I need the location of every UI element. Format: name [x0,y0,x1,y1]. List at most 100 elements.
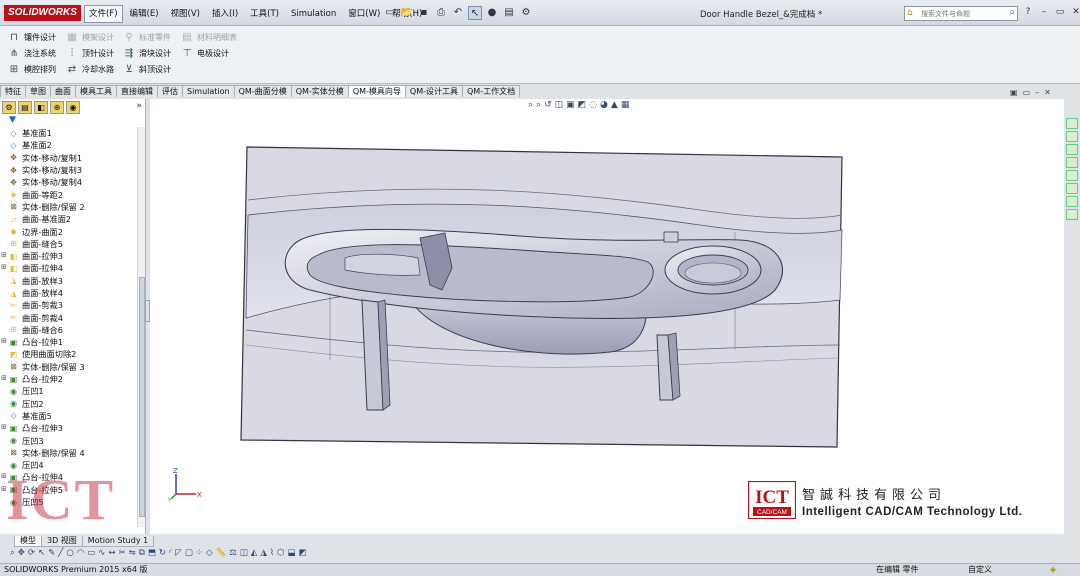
menu-item[interactable]: Simulation [286,5,341,23]
model-view-tab[interactable]: 模型 [14,536,42,547]
undercut-icon[interactable]: ◮ [260,548,267,562]
tree-item[interactable]: ⊠ 实体-删除/保留 2 [0,201,137,213]
restore-doc-icon[interactable]: ▭ [1023,88,1031,97]
mirror-icon[interactable]: ⇋ [129,548,136,562]
tree-item[interactable]: ⊠ 实体-删除/保留 4 [0,447,137,459]
ribbon-button[interactable]: ⋔ 浇注系统 [8,48,56,60]
search-box[interactable]: ⌂ ⌕ [904,6,1018,21]
view-palette-icon[interactable] [1066,157,1078,168]
revolve-icon[interactable]: ↻ [159,548,166,562]
draft-analysis-icon[interactable]: ◭ [251,548,258,562]
hide-show-icon[interactable]: ◌ [589,100,597,110]
offset-icon[interactable]: ⧉ [139,548,145,562]
extrude-icon[interactable]: ⬒ [148,548,156,562]
tree-item[interactable]: ⊞ ▣ 凸台-拉伸3 [0,422,137,434]
sketch-icon[interactable]: ✎ [48,548,55,562]
tree-item[interactable]: ⊞ ◧ 曲面-拉伸3 [0,250,137,262]
display-style-icon[interactable]: ◩ [578,100,587,110]
tree-item[interactable]: ⊞ 曲面-缝合5 [0,238,137,250]
previous-view-icon[interactable]: ↺ [544,100,552,110]
pattern-icon[interactable]: ⁘ [196,548,203,562]
scene-icon[interactable]: ▲ [611,100,618,110]
rectangle-icon[interactable]: ▭ [87,548,95,562]
command-tab[interactable]: 特征 [0,85,26,97]
tree-item[interactable]: ◇ 基准面5 [0,410,137,422]
expand-icon[interactable]: ⊞ [1,337,7,345]
options-gear-icon[interactable]: ⚙ [519,6,533,20]
tree-item[interactable]: ◉ 压凹1 [0,385,137,397]
recovery-icon[interactable] [1066,209,1078,220]
solidworks-forum-icon[interactable] [1066,196,1078,207]
feature-manager-tab-icon[interactable]: ⚙ [2,101,16,114]
appearance-icon[interactable]: ◕ [600,100,608,110]
tree-item[interactable]: ◆ 边界-曲面2 [0,225,137,237]
command-tab[interactable]: 模具工具 [75,85,117,97]
tree-item[interactable]: ◉ 压凹2 [0,398,137,410]
rebuild-icon[interactable]: ● [485,6,499,20]
plane-tool-icon[interactable]: ◇ [206,548,213,562]
menu-item[interactable]: 插入(I) [207,5,243,23]
tree-item[interactable]: ◩ 使用曲面切除2 [0,348,137,360]
zoom-area-icon[interactable]: ⌕ [536,100,541,110]
line-icon[interactable]: ╱ [58,548,63,562]
command-tab[interactable]: QM-曲面分模 [233,85,292,97]
command-tab[interactable]: 曲面 [50,85,76,97]
command-tab[interactable]: QM-模具向导 [347,85,406,97]
panel-expand-icon[interactable]: » [136,101,142,111]
model-view-tab[interactable]: Motion Study 1 [81,536,155,547]
dimxpert-tab-icon[interactable]: ⊕ [50,101,64,114]
expand-icon[interactable]: ⊞ [1,423,7,431]
tree-item[interactable]: ◈ 曲面-等距2 [0,188,137,200]
chamfer-icon[interactable]: ◸ [175,548,182,562]
shut-off-icon[interactable]: ⬡ [277,548,284,562]
ribbon-button[interactable]: ⇄ 冷却水路 [66,64,114,76]
pan-icon[interactable]: ✥ [18,548,25,562]
menu-item[interactable]: 工具(T) [245,5,284,23]
ribbon-button[interactable]: ⚲ 标准零件 [123,32,171,44]
section-icon[interactable]: ◫ [240,548,248,562]
tree-item[interactable]: ⊞ ◧ 曲面-拉伸4 [0,262,137,274]
tree-item[interactable]: ⊠ 实体-删除/保留 3 [0,361,137,373]
save-icon[interactable]: ▪ [417,6,431,20]
display-manager-tab-icon[interactable]: ◉ [66,101,80,114]
shell-icon[interactable]: ▢ [185,548,193,562]
resources-icon[interactable] [1066,118,1078,129]
close-doc-icon[interactable]: ✕ [1044,88,1051,97]
close-icon[interactable]: ✕ [1070,7,1080,17]
config-manager-tab-icon[interactable]: ◧ [34,101,48,114]
select-icon[interactable]: ↖ [38,548,45,562]
ribbon-button[interactable]: ▦ 模架设计 [66,32,114,44]
rotate-icon[interactable]: ⟳ [28,548,35,562]
help-icon[interactable]: ? [1022,7,1034,17]
command-tab[interactable]: 直接编辑 [116,85,158,97]
tile-icon[interactable]: ▣ [1010,88,1018,97]
ribbon-button[interactable]: ⫶ 顶针设计 [66,48,114,60]
tree-item[interactable]: ⊞ ▣ 凸台-拉伸2 [0,373,137,385]
ribbon-button[interactable]: ⇶ 滑块设计 [123,48,171,60]
tree-item[interactable]: ✥ 实体-移动/复制1 [0,152,137,164]
file-explorer-icon[interactable] [1066,144,1078,155]
command-tab[interactable]: QM-设计工具 [404,85,463,97]
dimension-icon[interactable]: ↔ [108,548,115,562]
appearances-icon[interactable] [1066,170,1078,181]
search-scope-icon[interactable]: ⌂ [907,8,913,18]
tree-item[interactable]: ✥ 实体-移动/复制4 [0,176,137,188]
tree-item[interactable]: ✄ 曲面-剪裁4 [0,311,137,323]
trim-icon[interactable]: ✂ [119,548,126,562]
tree-item[interactable]: ⊞ 曲面-缝合6 [0,324,137,336]
tree-item[interactable]: ⊞ ▣ 凸台-拉伸1 [0,336,137,348]
tooling-split-icon[interactable]: ⬓ [287,548,295,562]
tree-item[interactable]: ✄ 曲面-剪裁3 [0,299,137,311]
minimize-doc-icon[interactable]: – [1035,88,1039,97]
command-tab[interactable]: 草图 [25,85,51,97]
menu-item[interactable]: 视图(V) [166,5,205,23]
search-icon[interactable]: ⌕ [1009,7,1015,18]
menu-item[interactable]: 窗口(W) [343,5,385,23]
view-settings-icon[interactable]: ▦ [621,100,630,110]
model-view-tab[interactable]: 3D 视图 [41,536,83,547]
new-document-icon[interactable]: ▭ [383,6,397,20]
fillet-icon[interactable]: ◜ [169,548,172,562]
expand-icon[interactable]: ⊞ [1,251,7,259]
ribbon-button[interactable]: ⊓ 镶件设计 [8,32,56,44]
design-library-icon[interactable] [1066,131,1078,142]
